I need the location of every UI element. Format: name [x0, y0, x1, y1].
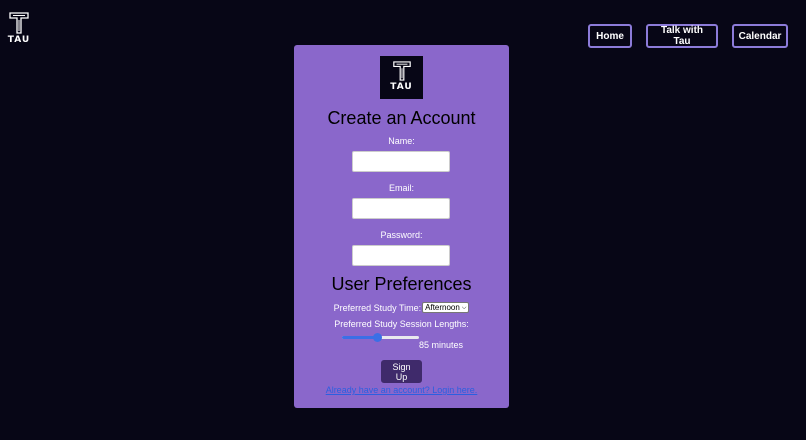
user-preferences-title: User Preferences: [331, 274, 472, 294]
slider-thumb[interactable]: [372, 333, 382, 342]
tau-logo-icon: [392, 61, 411, 81]
name-label: Name:: [388, 136, 415, 146]
chevron-down-icon: ⌵: [461, 304, 467, 311]
session-length-slider[interactable]: [342, 333, 419, 342]
session-length-label: Preferred Study Session Lengths:: [334, 319, 469, 329]
card-logo: TAU: [380, 56, 423, 99]
password-field[interactable]: [352, 245, 450, 266]
tau-logo-icon: [9, 12, 29, 34]
slider-fill: [342, 336, 377, 339]
password-label: Password:: [380, 230, 423, 240]
email-label: Email:: [388, 183, 414, 193]
brand-logo[interactable]: TAU: [6, 12, 32, 45]
session-length-value: 85 minutes: [419, 340, 464, 350]
study-time-row: Preferred Study Time: Afternoon ⌵: [294, 302, 509, 313]
name-field[interactable]: [352, 151, 450, 172]
sign-up-button[interactable]: Sign Up: [381, 360, 422, 383]
study-time-selected: Afternoon: [425, 302, 460, 312]
study-time-label: Preferred Study Time:: [333, 302, 422, 313]
study-time-select[interactable]: Afternoon ⌵: [422, 302, 470, 313]
nav-home-button[interactable]: Home: [588, 24, 632, 48]
email-field[interactable]: [352, 198, 450, 219]
create-account-title: Create an Account: [327, 108, 476, 128]
card-logo-text: TAU: [390, 82, 413, 92]
nav-talk-with-tau-button[interactable]: Talk with Tau: [646, 24, 718, 48]
top-nav: Home Talk with Tau Calendar: [588, 24, 788, 48]
page: TAU Home Talk with Tau Calendar TAU Crea…: [0, 0, 806, 440]
brand-name: TAU: [7, 35, 31, 45]
nav-calendar-button[interactable]: Calendar: [732, 24, 788, 48]
signup-card: TAU Create an Account Name: Email: Passw…: [294, 45, 509, 408]
login-link[interactable]: Already have an account? Login here.: [294, 385, 509, 395]
